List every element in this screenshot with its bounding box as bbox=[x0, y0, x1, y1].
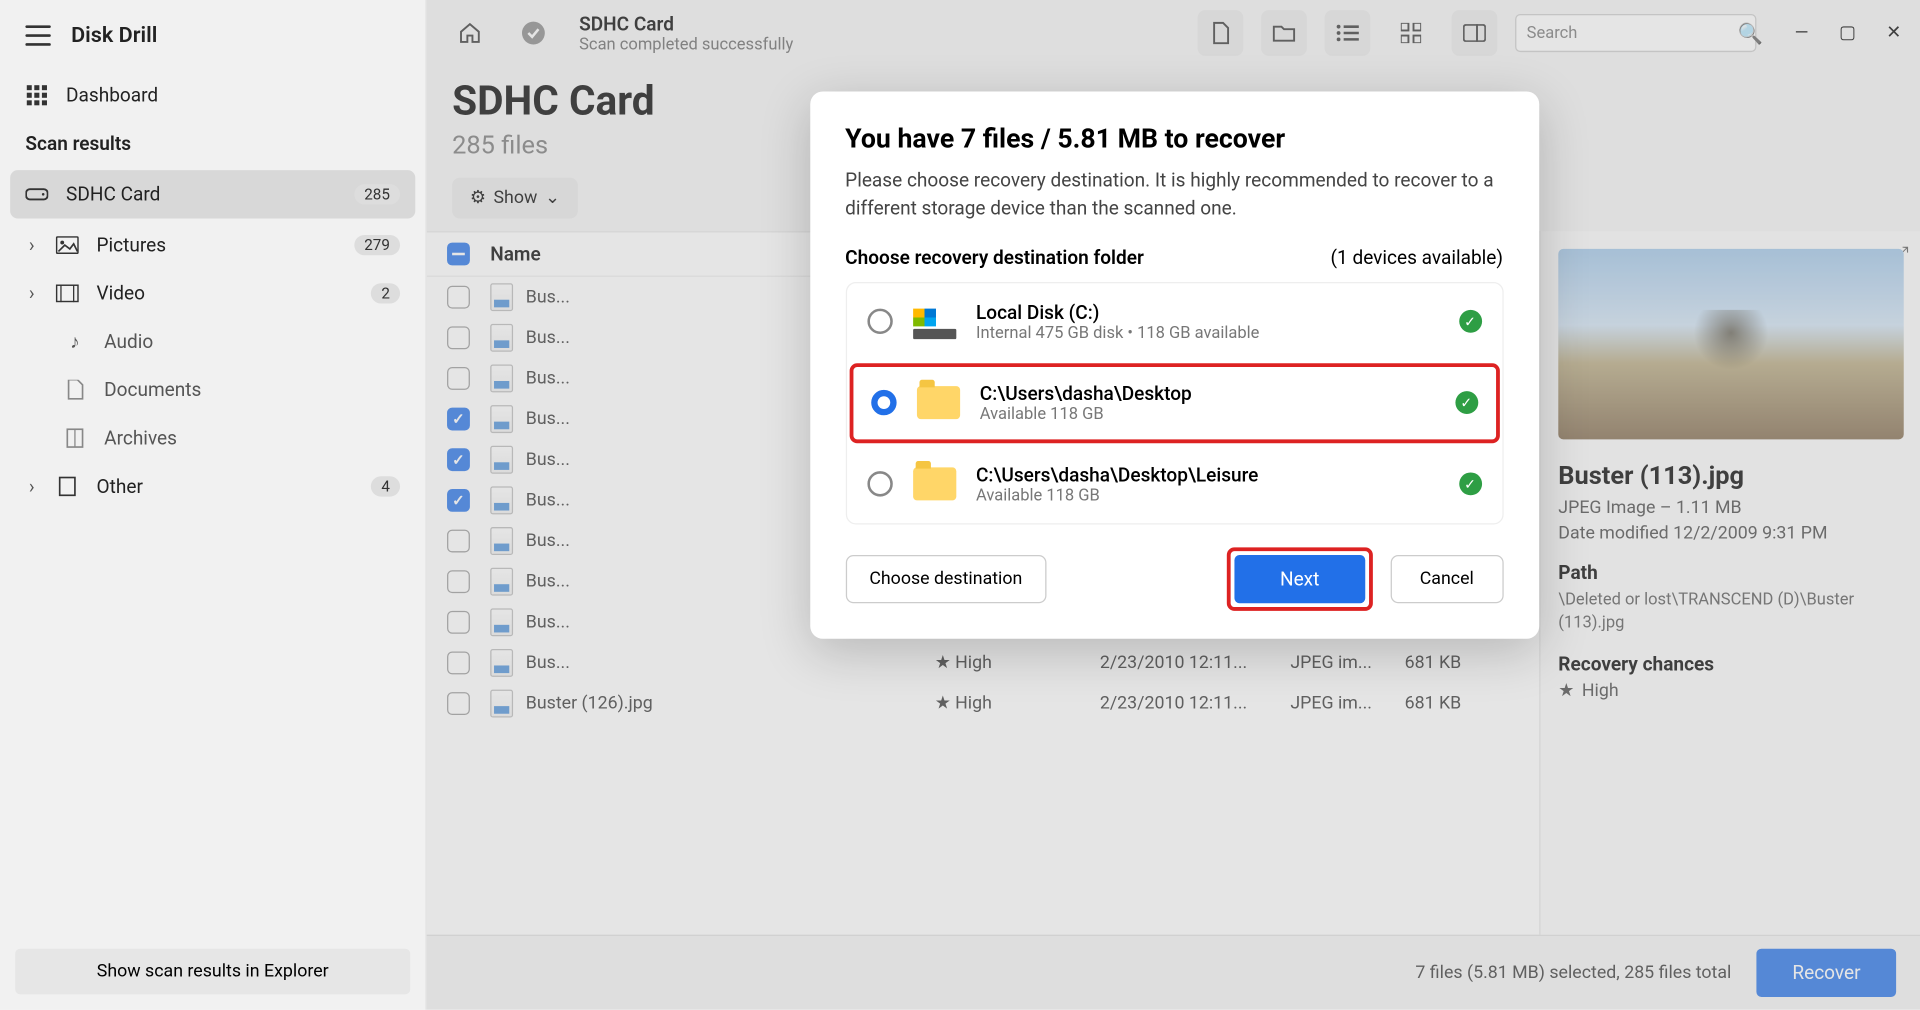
destination-title: C:\Users\dasha\Desktop bbox=[980, 382, 1435, 405]
next-button[interactable]: Next bbox=[1234, 554, 1365, 602]
check-icon: ✓ bbox=[1459, 310, 1482, 333]
check-icon: ✓ bbox=[1459, 472, 1482, 495]
count-badge: 285 bbox=[354, 184, 400, 204]
sidebar-item-sdhc[interactable]: SDHC Card 285 bbox=[10, 170, 415, 218]
sidebar-item-other[interactable]: › Other 4 bbox=[0, 462, 425, 510]
destination-title: Local Disk (C:) bbox=[976, 300, 1438, 323]
destination-sub: Available 118 GB bbox=[976, 486, 1438, 505]
destination-item[interactable]: C:\Users\dasha\Desktop\Leisure Available… bbox=[846, 445, 1501, 522]
dest-label: Choose recovery destination folder bbox=[845, 246, 1144, 269]
choose-destination-button[interactable]: Choose destination bbox=[845, 554, 1046, 602]
drive-icon bbox=[25, 185, 48, 203]
destination-radio[interactable] bbox=[867, 309, 892, 334]
video-icon bbox=[56, 284, 79, 302]
check-icon: ✓ bbox=[1455, 391, 1478, 414]
sidebar-item-archives[interactable]: Archives bbox=[0, 414, 425, 462]
other-icon bbox=[56, 476, 79, 496]
main-area: SDHC Card Scan completed successfully 🔍 … bbox=[427, 0, 1920, 1010]
cancel-button[interactable]: Cancel bbox=[1390, 554, 1503, 602]
next-button-highlight: Next bbox=[1227, 547, 1373, 611]
sidebar-item-label: Audio bbox=[104, 330, 153, 353]
count-badge: 2 bbox=[371, 283, 400, 303]
count-badge: 4 bbox=[371, 476, 400, 496]
disk-icon bbox=[912, 304, 955, 340]
sidebar-item-label: Archives bbox=[104, 427, 177, 450]
sidebar-item-label: SDHC Card bbox=[66, 183, 160, 206]
sidebar-item-label: Pictures bbox=[97, 234, 167, 257]
show-in-explorer-button[interactable]: Show scan results in Explorer bbox=[15, 949, 410, 995]
sidebar-item-pictures[interactable]: › Pictures 279 bbox=[0, 221, 425, 269]
destination-item[interactable]: C:\Users\dasha\Desktop Available 118 GB … bbox=[849, 363, 1499, 443]
sidebar-item-label: Dashboard bbox=[66, 84, 158, 107]
audio-icon: ♪ bbox=[64, 330, 87, 353]
sidebar-heading: Scan results bbox=[0, 119, 425, 167]
sidebar-item-documents[interactable]: Documents bbox=[0, 366, 425, 414]
sidebar: Disk Drill Dashboard Scan results SDHC C… bbox=[0, 0, 427, 1010]
count-badge: 279 bbox=[354, 235, 400, 255]
app-name: Disk Drill bbox=[71, 23, 157, 48]
menu-icon[interactable] bbox=[25, 25, 50, 45]
archive-icon bbox=[64, 428, 87, 448]
sidebar-item-video[interactable]: › Video 2 bbox=[0, 269, 425, 317]
modal-title: You have 7 files / 5.81 MB to recover bbox=[845, 124, 1503, 154]
devices-count: (1 devices available) bbox=[1331, 246, 1504, 269]
destination-radio[interactable] bbox=[867, 471, 892, 496]
sidebar-item-audio[interactable]: ♪ Audio bbox=[0, 318, 425, 366]
folder-icon bbox=[912, 467, 955, 500]
destination-sub: Available 118 GB bbox=[980, 404, 1435, 423]
recovery-destination-modal: You have 7 files / 5.81 MB to recover Pl… bbox=[810, 91, 1539, 638]
grid-icon bbox=[25, 85, 48, 105]
sidebar-item-label: Other bbox=[97, 475, 143, 498]
document-icon bbox=[64, 380, 87, 400]
destination-item[interactable]: Local Disk (C:) Internal 475 GB disk • 1… bbox=[846, 283, 1501, 360]
modal-description: Please choose recovery destination. It i… bbox=[845, 168, 1503, 223]
destination-title: C:\Users\dasha\Desktop\Leisure bbox=[976, 463, 1438, 486]
chevron-right-icon: › bbox=[25, 234, 38, 257]
chevron-right-icon: › bbox=[25, 475, 38, 498]
modal-overlay: You have 7 files / 5.81 MB to recover Pl… bbox=[427, 0, 1920, 1010]
destination-radio[interactable] bbox=[871, 390, 896, 415]
chevron-right-icon: › bbox=[25, 282, 38, 305]
sidebar-item-dashboard[interactable]: Dashboard bbox=[0, 71, 425, 119]
picture-icon bbox=[56, 236, 79, 254]
destination-sub: Internal 475 GB disk • 118 GB available bbox=[976, 323, 1438, 342]
folder-icon bbox=[916, 386, 959, 419]
sidebar-item-label: Documents bbox=[104, 378, 201, 401]
sidebar-item-label: Video bbox=[97, 282, 145, 305]
